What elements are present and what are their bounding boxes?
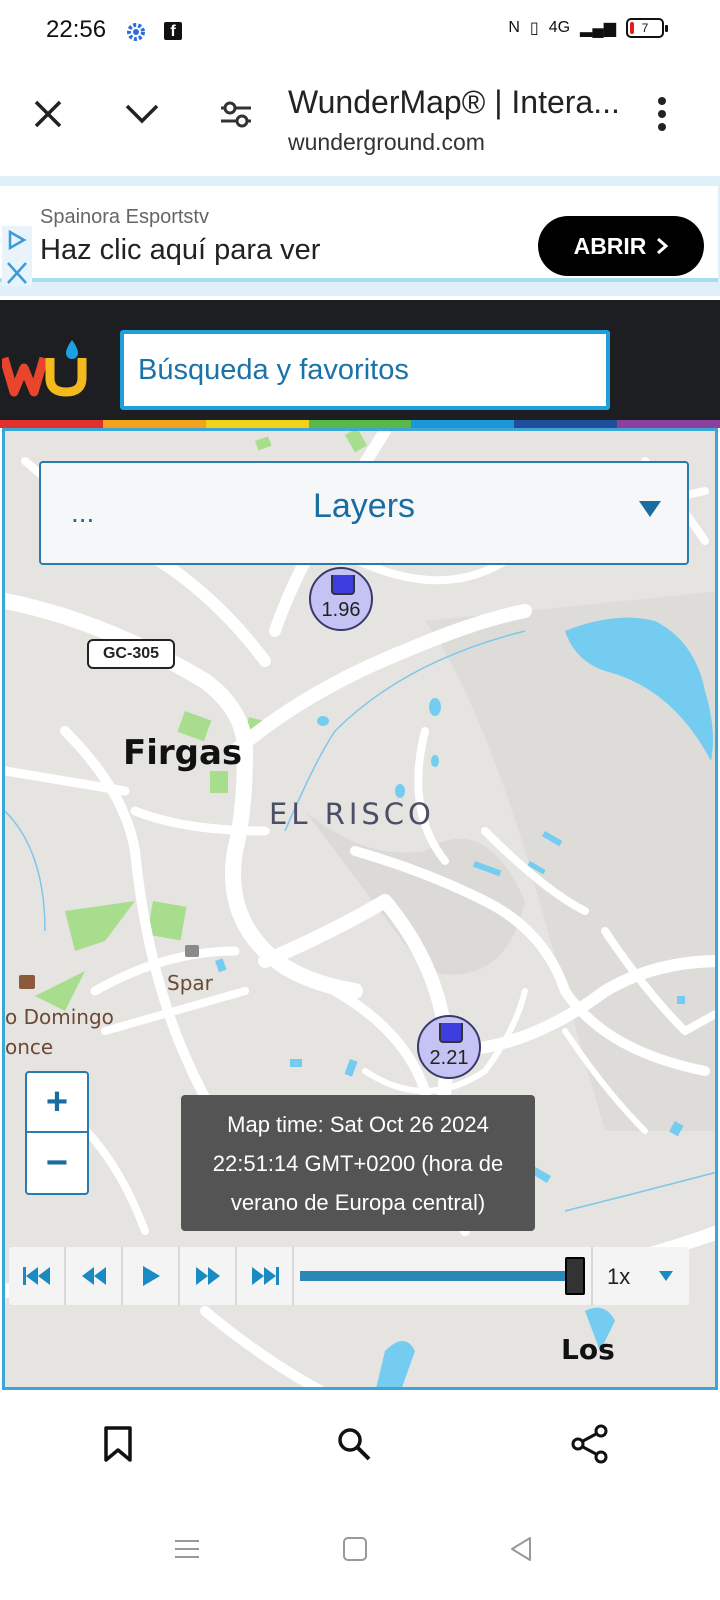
place-label: EL RISCO [269, 797, 435, 831]
step-forward-button[interactable] [180, 1247, 237, 1305]
place-label: o Domingo [5, 1005, 114, 1029]
signal-icon: ▂▄▆ [580, 20, 616, 37]
station-value: 2.21 [429, 1047, 469, 1069]
status-time: 22:56 [46, 16, 107, 43]
chevron-down-icon [125, 104, 159, 124]
fast-forward-icon [195, 1267, 220, 1285]
play-icon [142, 1266, 160, 1286]
play-button[interactable] [123, 1247, 180, 1305]
skip-to-end-button[interactable] [237, 1247, 294, 1305]
close-ad-icon[interactable] [2, 259, 32, 287]
browser-bottom-bar [0, 1394, 720, 1494]
zoom-control: + − [25, 1071, 89, 1195]
rain-station-marker[interactable]: 1.96 [309, 567, 373, 631]
map-time-tooltip: Map time: Sat Oct 26 2024 22:51:14 GMT+0… [181, 1095, 535, 1231]
place-label: Los [561, 1333, 615, 1366]
chevron-right-icon [657, 237, 669, 255]
menu-icon[interactable] [172, 1534, 202, 1564]
system-navigation [0, 1494, 720, 1600]
wu-logo-icon[interactable] [2, 336, 90, 400]
rain-station-marker[interactable]: 2.21 [417, 1015, 481, 1079]
map-time-line: verano de Europa central) [230, 1190, 486, 1215]
share-icon [571, 1424, 608, 1464]
close-icon [34, 100, 62, 128]
ad-banner[interactable]: Spainora Esportstv Haz clic aquí para ve… [0, 176, 720, 296]
ad-headline[interactable]: Haz clic aquí para ver [40, 234, 320, 267]
timeline-progress [300, 1271, 565, 1281]
tune-icon [221, 101, 251, 128]
map-time-line: 22:51:14 GMT+0200 (hora de [212, 1151, 504, 1176]
share-button[interactable] [566, 1420, 614, 1468]
site-header: Búsqueda y favoritos [0, 300, 720, 424]
road-label: GC-305 [87, 639, 175, 669]
rewind-icon [81, 1267, 106, 1285]
battery-icon: 7 [626, 18, 668, 38]
skip-start-icon [22, 1267, 50, 1285]
status-bar: 22:56 f N ▯ 4G ▂▄▆ 7 [0, 0, 720, 64]
site-settings-button[interactable] [216, 94, 256, 134]
zoom-in-button[interactable]: + [27, 1073, 87, 1133]
rain-gauge-icon [331, 575, 355, 595]
browser-toolbar: WunderMap® | Intera... wunderground.com [0, 64, 720, 174]
step-back-button[interactable] [66, 1247, 123, 1305]
minimize-button[interactable] [122, 94, 162, 134]
adchoices-icon[interactable] [2, 226, 32, 254]
caret-down-icon [659, 1271, 673, 1281]
skip-end-icon [251, 1267, 279, 1285]
skip-to-start-button[interactable] [9, 1247, 66, 1305]
rain-gauge-icon [439, 1023, 463, 1043]
search-button[interactable] [330, 1420, 378, 1468]
weather-map[interactable]: ... Layers 1.96 2.21 GC-305 Firgas EL RI… [2, 428, 718, 1390]
ad-advertiser: Spainora Esportstv [40, 206, 209, 228]
animation-player: 1x [9, 1247, 689, 1305]
nfc-icon: N [508, 19, 520, 36]
speed-value: 1x [607, 1264, 631, 1289]
search-favorites-input[interactable]: Búsqueda y favoritos [120, 330, 610, 410]
timeline-slider[interactable] [294, 1247, 593, 1305]
vibrate-icon: ▯ [529, 20, 539, 37]
bookmark-button[interactable] [94, 1420, 142, 1468]
network-label: 4G [548, 19, 571, 36]
search-icon [338, 1428, 371, 1461]
bookmark-icon [104, 1426, 132, 1462]
close-tab-button[interactable] [28, 94, 68, 134]
place-label: Spar [167, 971, 213, 995]
caret-down-icon [639, 501, 661, 517]
speed-select[interactable]: 1x [593, 1247, 689, 1305]
station-value: 1.96 [321, 599, 361, 621]
back-icon[interactable] [506, 1534, 536, 1564]
gear-icon [127, 23, 145, 41]
facebook-icon: f [164, 22, 182, 40]
place-label: once [5, 1035, 54, 1059]
layers-dropdown[interactable]: ... Layers [39, 461, 689, 565]
more-vert-icon [658, 97, 666, 131]
zoom-out-button[interactable]: − [27, 1133, 87, 1193]
layers-label: Layers [312, 487, 416, 525]
map-time-line: Map time: Sat Oct 26 2024 [227, 1112, 489, 1137]
place-label: Firgas [123, 733, 243, 773]
home-icon[interactable] [340, 1534, 370, 1564]
more-options-button[interactable] [642, 94, 682, 134]
timeline-handle[interactable] [565, 1257, 585, 1295]
ad-open-button[interactable]: ABRIR [538, 216, 704, 276]
page-title[interactable]: WunderMap® | Intera... [288, 84, 628, 121]
page-url[interactable]: wunderground.com [288, 129, 485, 156]
rainbow-divider [0, 420, 720, 428]
